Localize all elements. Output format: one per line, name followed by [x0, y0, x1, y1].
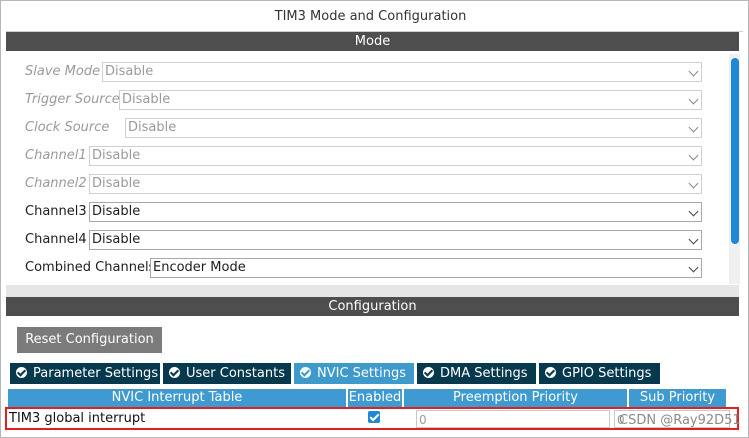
channel2-select[interactable]: Disable [89, 174, 702, 194]
channel2-value: Disable [92, 176, 141, 191]
trigger-source-select[interactable]: Disable [119, 90, 702, 110]
channel3-select[interactable]: Disable [89, 202, 702, 222]
check-circle-icon [169, 367, 180, 378]
channel1-label: Channel1 [25, 148, 87, 163]
check-circle-icon [16, 367, 27, 378]
channel3-row: Channel3 Disable [25, 202, 702, 222]
channel1-select[interactable]: Disable [89, 146, 702, 166]
mode-scrollbar[interactable] [729, 54, 740, 284]
trigger-source-label: Trigger Source [25, 92, 120, 107]
channel4-label: Channel4 [25, 232, 87, 247]
chevron-down-icon [688, 66, 699, 77]
trigger-source-row: Trigger Source Disable [25, 90, 702, 110]
tab-parameter-settings[interactable]: Parameter Settings [10, 363, 160, 384]
configuration-section-header: Configuration [6, 297, 739, 316]
tab-dma-settings[interactable]: DMA Settings [417, 363, 536, 384]
mode-section-header: Mode [6, 32, 739, 51]
channel2-label: Channel2 [25, 176, 87, 191]
check-circle-icon [300, 367, 311, 378]
check-circle-icon [545, 367, 556, 378]
tab-label: DMA Settings [440, 366, 528, 381]
slave-mode-select[interactable]: Disable [102, 62, 702, 82]
clock-source-row: Clock Source Disable [25, 118, 702, 138]
channel1-value: Disable [92, 148, 141, 163]
tab-user-constants[interactable]: User Constants [163, 363, 291, 384]
trigger-source-value: Disable [122, 92, 171, 107]
scrollbar-thumb[interactable] [731, 58, 739, 244]
tab-label: User Constants [186, 366, 285, 381]
tab-label: Parameter Settings [33, 366, 159, 381]
chevron-down-icon [688, 122, 699, 133]
column-header-enabled[interactable]: Enabled [348, 389, 402, 407]
watermark-text: CSDN @Ray92D51 [619, 413, 741, 428]
combined-channels-label: Combined Channels [25, 260, 156, 275]
chevron-down-icon [688, 234, 699, 245]
channel4-row: Channel4 Disable [25, 230, 702, 250]
clock-source-select[interactable]: Disable [125, 118, 702, 138]
slave-mode-value: Disable [105, 64, 154, 79]
channel1-row: Channel1 Disable [25, 146, 702, 166]
tab-label: NVIC Settings [317, 366, 406, 381]
clock-source-value: Disable [128, 120, 177, 135]
channel3-label: Channel3 [25, 204, 87, 219]
chevron-down-icon [688, 94, 699, 105]
window-title: TIM3 Mode and Configuration [274, 9, 467, 24]
channel2-row: Channel2 Disable [25, 174, 702, 194]
combined-channels-select[interactable]: Encoder Mode [150, 258, 702, 278]
chevron-down-icon [688, 262, 699, 273]
slave-mode-label: Slave Mode [25, 64, 101, 79]
chevron-down-icon [688, 206, 699, 217]
slave-mode-row: Slave Mode Disable [25, 62, 702, 82]
tab-label: GPIO Settings [562, 366, 652, 381]
clock-source-label: Clock Source [25, 120, 110, 135]
tab-nvic-settings[interactable]: NVIC Settings [294, 363, 414, 384]
column-header-preemption-priority[interactable]: Preemption Priority [404, 389, 627, 407]
column-header-nvic-interrupt-table[interactable]: NVIC Interrupt Table [8, 389, 346, 407]
chevron-down-icon [688, 178, 699, 189]
check-circle-icon [423, 367, 434, 378]
chevron-down-icon [688, 150, 699, 161]
channel3-value: Disable [92, 204, 141, 219]
panel-divider [6, 285, 739, 297]
column-header-sub-priority[interactable]: Sub Priority [629, 389, 726, 407]
combined-channels-value: Encoder Mode [153, 260, 246, 275]
channel4-value: Disable [92, 232, 141, 247]
channel4-select[interactable]: Disable [89, 230, 702, 250]
reset-configuration-button[interactable]: Reset Configuration [17, 327, 162, 353]
combined-channels-row: Combined Channels Encoder Mode [25, 258, 702, 278]
tab-gpio-settings[interactable]: GPIO Settings [539, 363, 660, 384]
